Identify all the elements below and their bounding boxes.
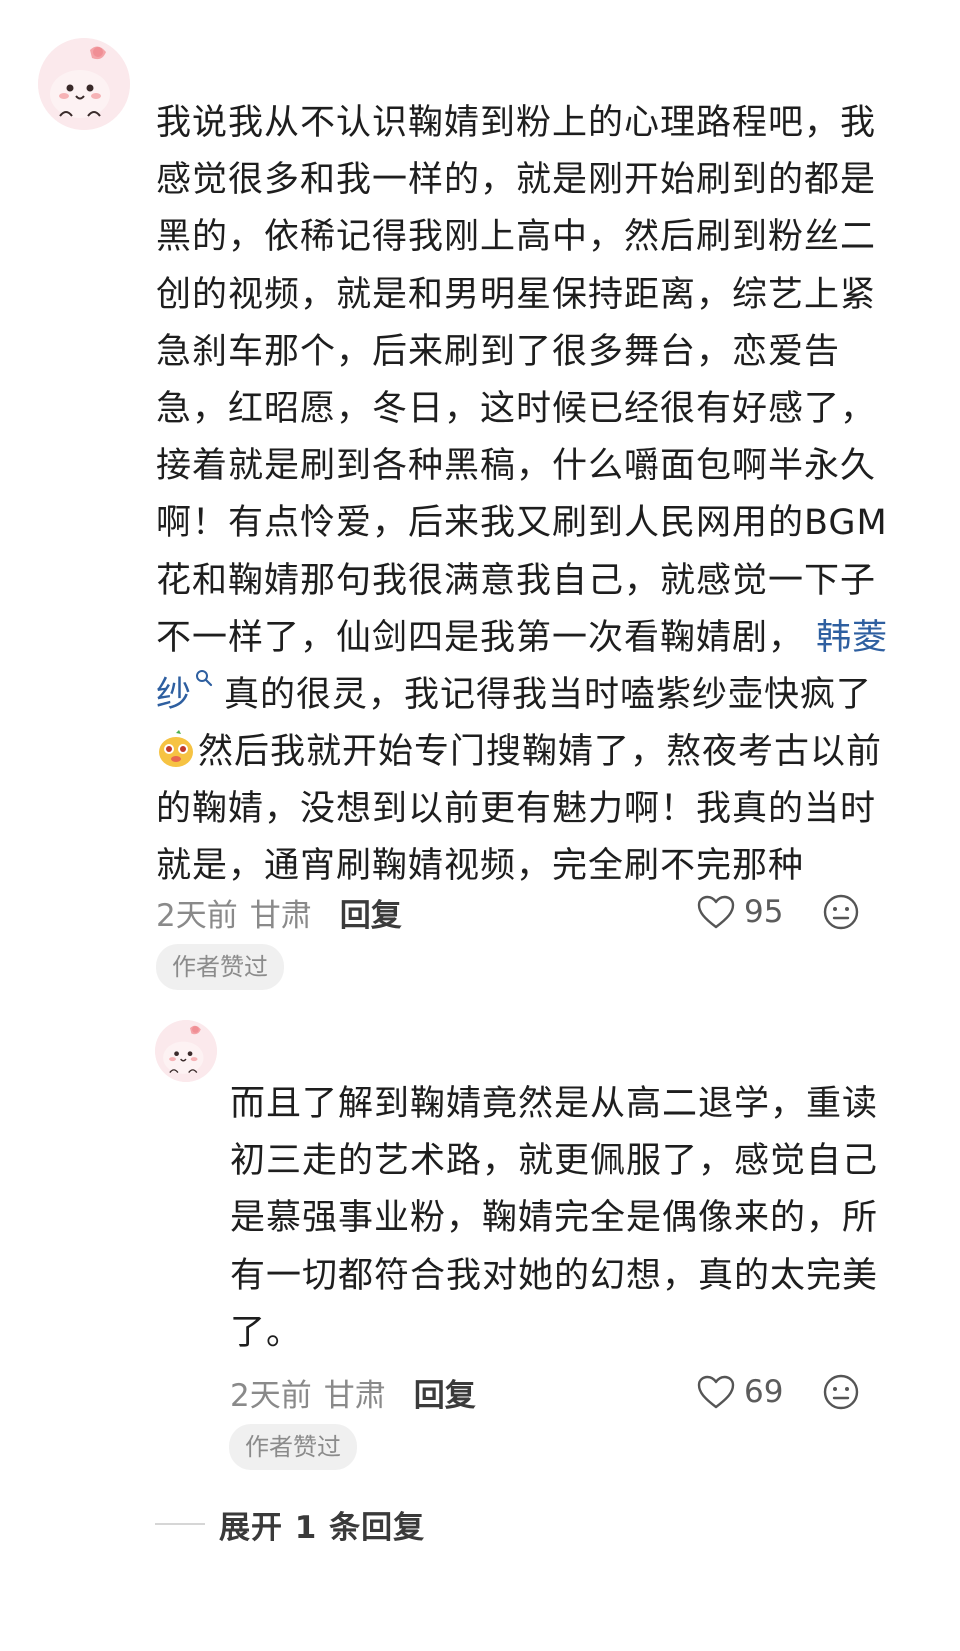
dislike-button[interactable] bbox=[822, 1373, 860, 1411]
comment-line: 纱真的很灵，我记得我当时嗑紫纱壶快疯了 bbox=[156, 667, 888, 724]
expand-replies-button[interactable]: 展开 1 条回复 bbox=[155, 1502, 425, 1546]
comment-line-text: 真的很灵，我记得我当时嗑紫纱壶快疯了 bbox=[224, 674, 873, 715]
comment-line: 感觉很多和我一样的，就是刚开始刷到的都是 bbox=[156, 160, 877, 201]
comment-line: 花和鞠婧那句我很满意我自己，就感觉一下子 bbox=[156, 560, 877, 601]
search-icon[interactable] bbox=[194, 668, 214, 688]
comment-line: 急，红昭愿，冬日，这时候已经很有好感了， bbox=[156, 388, 877, 429]
avatar-image bbox=[38, 38, 130, 130]
dislike-button[interactable] bbox=[822, 893, 860, 931]
comment-line: 接着就是刷到各种黑稿，什么嚼面包啊半永久 bbox=[156, 446, 877, 487]
author-liked-badge: 作者赞过 bbox=[229, 1424, 357, 1470]
like-button[interactable]: 69 bbox=[696, 1370, 783, 1414]
reply-meta: 2天前 甘肃 回复 bbox=[230, 1370, 476, 1414]
like-count: 69 bbox=[744, 1374, 784, 1410]
like-button[interactable]: 95 bbox=[696, 890, 783, 934]
expand-replies-label: 展开 1 条回复 bbox=[219, 1509, 426, 1546]
comment-text: 我说我从不认识鞠婧到粉上的心理路程吧，我 感觉很多和我一样的，就是刚开始刷到的都… bbox=[156, 95, 888, 896]
emoji-icon bbox=[159, 730, 193, 768]
comment-line: 啊！有点怜爱，后来我又刷到人民网用的BGM bbox=[156, 503, 888, 544]
search-link[interactable]: 纱 bbox=[156, 675, 192, 715]
comment-location: 甘肃 bbox=[249, 897, 312, 934]
comment-line: 我说我从不认识鞠婧到粉上的心理路程吧，我 bbox=[156, 103, 877, 143]
reply-time: 2天前 bbox=[230, 1377, 312, 1414]
neutral-face-icon bbox=[823, 1374, 859, 1410]
reply-button[interactable]: 回复 bbox=[340, 890, 402, 935]
comment-line: 的鞠婧，没想到以前更有魅力啊！我真的当时 bbox=[156, 789, 877, 830]
avatar[interactable] bbox=[38, 38, 130, 130]
reply-line: 了。 bbox=[230, 1312, 303, 1353]
comment-line: 然后我就开始专门搜鞠婧了，熬夜考古以前 bbox=[156, 724, 888, 781]
comment-line-text: 然后我就开始专门搜鞠婧了，熬夜考古以前 bbox=[198, 732, 883, 773]
comment-line-text: 不一样了，仙剑四是我第一次看鞠婧剧， bbox=[156, 617, 805, 658]
comment-line: 黑的，依稀记得我刚上高中，然后刷到粉丝二 bbox=[156, 217, 877, 258]
reply-line: 有一切都符合我对她的幻想，真的太完美 bbox=[230, 1255, 879, 1296]
comment-line: 创的视频，就是和男明星保持距离，综艺上紧 bbox=[156, 274, 877, 315]
search-link[interactable]: 韩菱 bbox=[816, 618, 888, 658]
reply-line: 而且了解到鞠婧竟然是从高二退学，重读 bbox=[230, 1084, 879, 1124]
like-count: 95 bbox=[744, 894, 784, 930]
comment-line: 不一样了，仙剑四是我第一次看鞠婧剧， 韩菱 bbox=[156, 610, 888, 667]
neutral-face-icon bbox=[823, 894, 859, 930]
reply-button[interactable]: 回复 bbox=[414, 1370, 476, 1415]
heart-icon bbox=[697, 1375, 735, 1409]
reply-text: 而且了解到鞠婧竟然是从高二退学，重读 初三走的艺术路，就更佩服了，感觉自己 是慕… bbox=[230, 1076, 878, 1362]
comment-meta: 2天前 甘肃 回复 bbox=[156, 890, 402, 934]
author-liked-badge: 作者赞过 bbox=[156, 944, 284, 990]
heart-icon bbox=[697, 895, 735, 929]
comment-line: 就是，通宵刷鞠婧视频，完全刷不完那种 bbox=[156, 846, 805, 887]
reply-location: 甘肃 bbox=[323, 1377, 386, 1414]
comment-time: 2天前 bbox=[156, 897, 238, 934]
avatar[interactable] bbox=[155, 1020, 217, 1082]
reply-line: 初三走的艺术路，就更佩服了，感觉自己 bbox=[230, 1141, 879, 1182]
divider-line bbox=[155, 1523, 205, 1525]
avatar-image bbox=[155, 1020, 217, 1082]
comment-line: 急刹车那个，后来刷到了很多舞台，恋爱告 bbox=[156, 331, 841, 372]
reply-line: 是慕强事业粉，鞠婧完全是偶像来的，所 bbox=[230, 1198, 879, 1239]
